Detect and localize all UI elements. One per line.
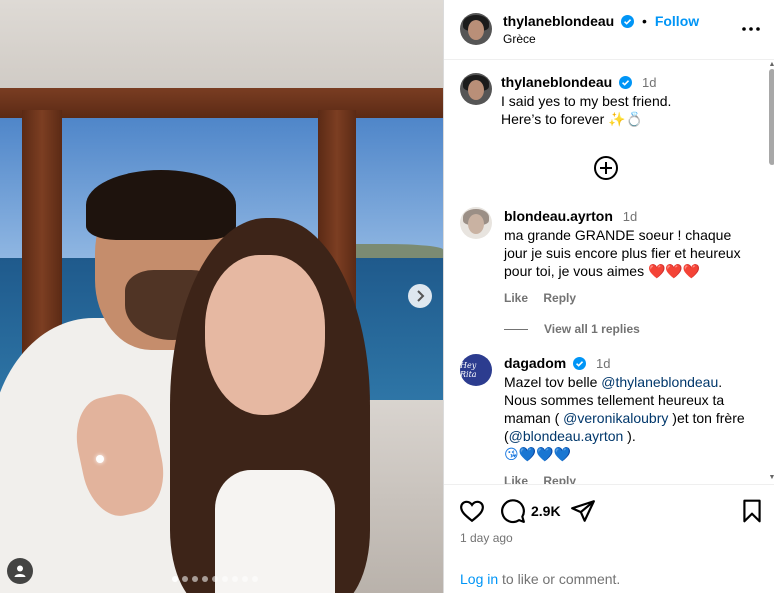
- like-comment-button[interactable]: Like: [504, 474, 528, 484]
- login-link[interactable]: Log in: [460, 571, 498, 587]
- comment-count: 2.9K: [531, 503, 561, 519]
- carousel-dot: [242, 576, 248, 582]
- photo-woman-face: [205, 255, 325, 415]
- reply-button[interactable]: Reply: [543, 291, 576, 305]
- verified-badge-icon: [621, 15, 635, 28]
- photo-woman-shirt: [215, 470, 335, 593]
- heart-outline-icon[interactable]: [459, 498, 485, 524]
- carousel-dot: [222, 576, 228, 582]
- comment-username[interactable]: dagadom: [504, 355, 566, 371]
- avatar[interactable]: [460, 13, 492, 45]
- caption-line-1: I said yes to my best friend.: [501, 93, 672, 109]
- caption-username[interactable]: thylaneblondeau: [501, 74, 612, 90]
- post-details-panel: thylaneblondeau • Follow Grèce thylanebl…: [443, 0, 774, 593]
- photo-beam: [0, 88, 443, 118]
- carousel-dot: [232, 576, 238, 582]
- comments-scrollbar[interactable]: ▲ ▼: [767, 61, 774, 484]
- carousel-dot: [212, 576, 218, 582]
- comment-time[interactable]: 1d: [596, 356, 610, 371]
- carousel-dot: [182, 576, 188, 582]
- photo-ceiling: [0, 0, 443, 96]
- verified-badge-icon: [619, 76, 633, 89]
- carousel-dot: [252, 576, 258, 582]
- mention-link[interactable]: @veronikaloubry: [563, 410, 668, 426]
- mention-link[interactable]: @thylaneblondeau: [601, 374, 718, 390]
- paper-plane-icon[interactable]: [570, 498, 596, 524]
- carousel-dot: [192, 576, 198, 582]
- follow-button[interactable]: Follow: [655, 13, 699, 29]
- tagged-users-button[interactable]: [7, 558, 33, 584]
- login-prompt: Log in to like or comment.: [460, 571, 620, 587]
- header-separator: •: [642, 13, 647, 29]
- comment-time[interactable]: 1d: [623, 209, 637, 224]
- view-replies-label: View all 1 replies: [544, 322, 640, 336]
- plus-circle-icon[interactable]: [593, 155, 619, 181]
- bookmark-icon[interactable]: [739, 498, 765, 524]
- post-header: thylaneblondeau • Follow Grèce: [444, 0, 774, 60]
- next-photo-button[interactable]: [408, 284, 432, 308]
- carousel-dot: [172, 576, 178, 582]
- avatar[interactable]: [460, 207, 492, 239]
- post-photo[interactable]: [0, 0, 443, 593]
- login-prompt-text: to like or comment.: [498, 571, 621, 587]
- more-horizontal-icon: [742, 27, 760, 31]
- comment-emoji: 😘💙💙💙: [504, 446, 571, 462]
- scroll-down-arrow[interactable]: ▼: [768, 474, 774, 482]
- reply-divider: [504, 328, 528, 330]
- mention-link[interactable]: @blondeau.ayrton: [509, 428, 624, 444]
- like-comment-button[interactable]: Like: [504, 291, 528, 305]
- chevron-right-icon: [417, 290, 425, 302]
- caption-line-2: Here’s to forever ✨💍: [501, 111, 643, 127]
- reply-button[interactable]: Reply: [543, 474, 576, 484]
- comment-emoji: ❤️❤️❤️: [647, 263, 701, 279]
- caption-time[interactable]: 1d: [642, 75, 656, 90]
- carousel-dot: [202, 576, 208, 582]
- comment-text: Mazel tov belle @thylaneblondeau. Nous s…: [504, 374, 745, 444]
- avatar[interactable]: Hey Rita: [460, 354, 492, 386]
- avatar-logo-text: Hey Rita: [460, 361, 477, 379]
- photo-ring: [96, 455, 104, 463]
- comment-text: ma grande GRANDE soeur ! chaque jour je …: [504, 227, 741, 279]
- comment-bubble-icon[interactable]: [500, 498, 526, 524]
- verified-badge-icon: [573, 357, 587, 370]
- scrollbar-thumb[interactable]: [769, 69, 774, 165]
- header-user-line: thylaneblondeau • Follow: [503, 13, 699, 29]
- user-tag-icon: [14, 565, 26, 577]
- avatar[interactable]: [460, 73, 492, 105]
- comments-section[interactable]: thylaneblondeau 1d I said yes to my best…: [444, 61, 774, 484]
- comment-username[interactable]: blondeau.ayrton: [504, 208, 613, 224]
- post-location[interactable]: Grèce: [503, 32, 536, 46]
- more-options-button[interactable]: [736, 19, 766, 39]
- post-actions: 2.9K 1 day ago Log in to like or comment…: [444, 484, 774, 593]
- photo-man-hair: [86, 170, 236, 240]
- header-username[interactable]: thylaneblondeau: [503, 13, 614, 29]
- scroll-up-arrow[interactable]: ▲: [768, 61, 774, 69]
- view-replies-button[interactable]: View all 1 replies: [504, 322, 640, 336]
- carousel-dots: [172, 576, 258, 582]
- post-time-ago[interactable]: 1 day ago: [460, 531, 513, 545]
